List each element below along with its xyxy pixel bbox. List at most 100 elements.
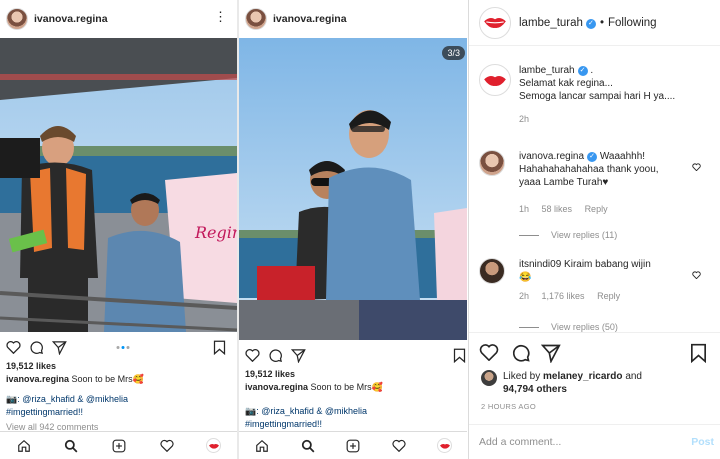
share-icon[interactable] xyxy=(289,346,307,364)
liked-by-avatar[interactable] xyxy=(481,370,497,386)
caption-username[interactable]: lambe_turah xyxy=(519,65,575,76)
search-icon[interactable] xyxy=(63,438,79,454)
caption-text: Soon to be Mrs🥰 xyxy=(71,374,144,384)
liked-by-user[interactable]: melaney_ricardo xyxy=(543,371,623,382)
activity-heart-icon[interactable] xyxy=(391,438,407,454)
avatar[interactable] xyxy=(245,8,267,30)
caption-meta: 2h xyxy=(519,113,675,126)
share-icon[interactable] xyxy=(540,343,563,365)
hashtag[interactable]: #imgettingmarried!! xyxy=(245,418,322,430)
reply-button[interactable]: Reply xyxy=(585,204,608,214)
comment-username[interactable]: ivanova.regina xyxy=(519,151,584,162)
bookmark-icon[interactable] xyxy=(210,338,228,356)
home-icon[interactable] xyxy=(254,438,270,454)
banner-text: Regina V... xyxy=(194,223,237,242)
comments-header: lambe_turah ✓ • Following xyxy=(469,0,720,46)
comment-icon[interactable] xyxy=(511,343,533,365)
lips-icon xyxy=(484,75,506,86)
commenter-avatar[interactable] xyxy=(479,150,505,176)
verified-badge-icon: ✓ xyxy=(585,18,596,29)
header-username[interactable]: lambe_turah ✓ xyxy=(519,17,596,29)
post-username[interactable]: ivanova.regina xyxy=(273,13,347,25)
bottom-nav xyxy=(239,431,467,459)
post-header: ivanova.regina xyxy=(239,0,467,38)
avatar[interactable] xyxy=(6,8,28,30)
bookmark-icon[interactable] xyxy=(450,346,467,364)
post-button[interactable]: Post xyxy=(691,436,714,448)
view-replies-button[interactable]: View replies (11) xyxy=(519,230,617,240)
caption-line-1: Selamat kak regina... xyxy=(519,78,613,89)
comment-heart-icon[interactable] xyxy=(692,266,701,284)
caption: ivanova.regina Soon to be Mrs🥰 xyxy=(245,381,383,393)
profile-lips-icon[interactable] xyxy=(437,438,453,453)
caption-username[interactable]: ivanova.regina xyxy=(245,382,308,392)
comment-body: ivanova.regina ✓ Waaahhh! Hahahahahahahaa… xyxy=(519,150,659,216)
caption-line-2: Semoga lancar sampai hari H ya.... xyxy=(519,91,676,102)
comment-likes[interactable]: 1,176 likes xyxy=(542,291,585,301)
add-comment-bar: Add a comment... Post xyxy=(469,424,720,459)
bottom-nav xyxy=(0,431,237,459)
comments-panel: lambe_turah ✓ • Following lambe_turah ✓ . … xyxy=(468,0,720,459)
caption-body: lambe_turah ✓ . Selamat kak regina... Sem… xyxy=(519,64,675,126)
comment-icon[interactable] xyxy=(27,338,45,356)
lips-icon xyxy=(484,18,506,29)
comment-line-1: Waaahhh! xyxy=(599,151,646,162)
comment-time: 1h xyxy=(519,204,530,214)
add-comment-input[interactable]: Add a comment... xyxy=(479,436,561,448)
camera-emoji: 📷 xyxy=(6,394,18,404)
header-separator: • xyxy=(599,16,604,29)
share-icon[interactable] xyxy=(50,338,68,356)
carousel-counter: 3/3 xyxy=(442,46,465,60)
boat-photo-image: Regina V... xyxy=(0,38,237,332)
credits-text[interactable]: : @riza_khafid & @mikhelia xyxy=(256,406,367,416)
activity-heart-icon[interactable] xyxy=(159,438,175,454)
header-username-text: lambe_turah xyxy=(519,16,583,29)
post-photo[interactable]: Regina V... xyxy=(0,38,237,332)
add-icon[interactable] xyxy=(345,438,361,454)
liked-by-count[interactable]: 94,794 others xyxy=(481,383,642,396)
home-icon[interactable] xyxy=(16,438,32,454)
comment-meta: 2h 1,176 likes Reply xyxy=(519,290,651,303)
comment-likes[interactable]: 58 likes xyxy=(542,204,573,214)
reply-button[interactable]: Reply xyxy=(597,291,620,301)
following-button[interactable]: Following xyxy=(608,17,657,29)
credits-text[interactable]: : @riza_khafid & @mikhelia xyxy=(17,394,128,404)
lambe-turah-avatar[interactable] xyxy=(479,6,511,39)
commenter-avatar[interactable] xyxy=(479,258,505,284)
like-count[interactable]: 19,512 likes xyxy=(6,360,56,372)
post-username[interactable]: ivanova.regina xyxy=(34,13,108,25)
like-count[interactable]: 19,512 likes xyxy=(245,368,295,380)
screenshot-collage: ivanova.regina ⋮ Regina V... xyxy=(0,0,720,459)
lambe-turah-avatar[interactable] xyxy=(479,64,511,96)
view-replies-line xyxy=(519,234,539,236)
comment-emoji: 😂 xyxy=(519,272,532,283)
verified-badge-icon: ✓ xyxy=(577,66,588,76)
heart-icon[interactable] xyxy=(479,343,501,365)
post-photo[interactable]: 3/3 xyxy=(239,38,467,340)
view-replies-line xyxy=(519,326,539,328)
profile-lips-icon[interactable] xyxy=(206,438,222,453)
search-icon[interactable] xyxy=(300,438,316,454)
post-actions xyxy=(243,344,467,366)
liked-by-and: and xyxy=(625,371,642,382)
heart-icon[interactable] xyxy=(4,338,22,356)
more-icon[interactable]: ⋮ xyxy=(214,10,227,23)
comment-username[interactable]: itsnindi09 xyxy=(519,259,561,270)
comment-icon[interactable] xyxy=(266,346,284,364)
verified-badge-icon: ✓ xyxy=(587,152,598,162)
hashtag[interactable]: #imgettingmarried!! xyxy=(6,406,83,418)
liked-by: Liked by melaney_ricardo and 94,794 othe… xyxy=(481,370,642,396)
bookmark-icon[interactable] xyxy=(690,343,712,365)
instagram-post-panel-1: ivanova.regina ⋮ Regina V... xyxy=(0,0,237,459)
caption-dot: . xyxy=(590,65,594,76)
post-header: ivanova.regina ⋮ xyxy=(0,0,237,38)
caption-credits: 📷: @riza_khafid & @mikhelia xyxy=(6,393,128,405)
heart-icon[interactable] xyxy=(243,346,261,364)
add-icon[interactable] xyxy=(111,438,127,454)
comment-heart-icon[interactable] xyxy=(692,158,701,176)
caption-username[interactable]: ivanova.regina xyxy=(6,374,69,384)
post-actions xyxy=(4,336,237,358)
view-replies-text: View replies (11) xyxy=(551,230,618,240)
view-replies-button[interactable]: View replies (50) xyxy=(519,322,618,332)
view-replies-text: View replies (50) xyxy=(551,322,618,332)
